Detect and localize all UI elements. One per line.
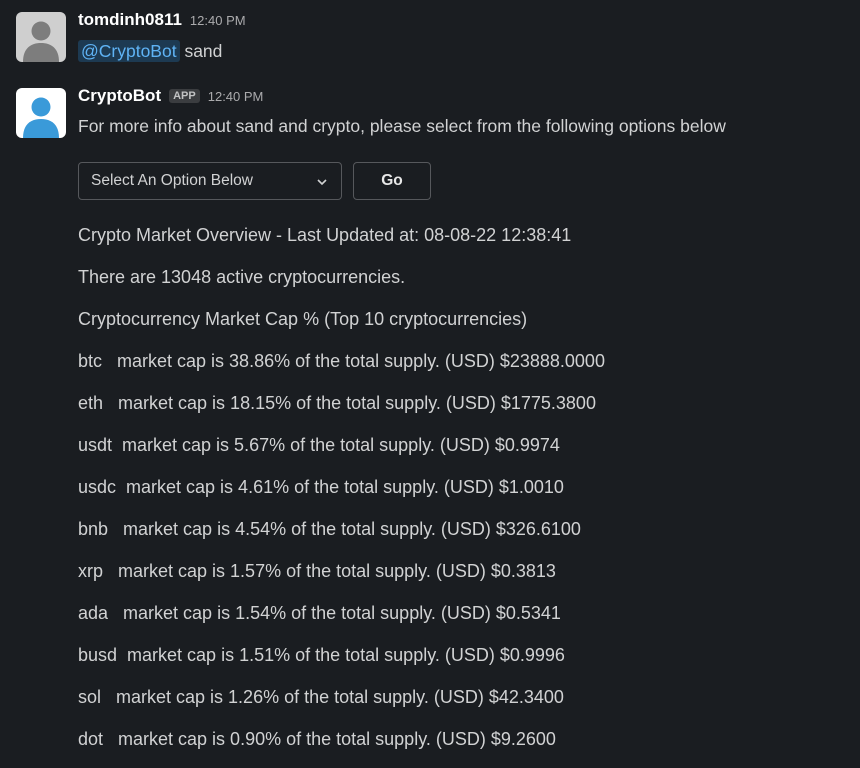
marketcap-row: usdc market cap is 4.61% of the total su… — [78, 477, 564, 497]
username[interactable]: tomdinh0811 — [78, 10, 182, 30]
marketcap-row: usdt market cap is 5.67% of the total su… — [78, 435, 560, 455]
marketcap-row: eth market cap is 18.15% of the total su… — [78, 393, 596, 413]
marketcap-row: xrp market cap is 1.57% of the total sup… — [78, 561, 556, 581]
timestamp[interactable]: 12:40 PM — [208, 89, 264, 104]
bot-silhouette-icon — [16, 88, 66, 138]
user-avatar[interactable] — [16, 12, 66, 62]
marketcap-row: busd market cap is 1.51% of the total su… — [78, 645, 565, 665]
message-text: sand — [179, 41, 223, 61]
marketcap-row: btc market cap is 38.86% of the total su… — [78, 351, 605, 371]
marketcap-row: bnb market cap is 4.54% of the total sup… — [78, 519, 581, 539]
select-placeholder: Select An Option Below — [91, 172, 253, 189]
action-controls: Select An Option Below Go — [78, 162, 431, 200]
timestamp[interactable]: 12:40 PM — [190, 13, 246, 28]
go-button[interactable]: Go — [353, 162, 431, 200]
chevron-down-icon — [317, 173, 327, 189]
message-text: For more info about sand and crypto, ple… — [78, 116, 726, 136]
marketcap-row: sol market cap is 1.26% of the total sup… — [78, 687, 564, 707]
user-silhouette-icon — [16, 12, 66, 62]
active-count: There are 13048 active cryptocurrencies. — [78, 267, 406, 287]
marketcap-heading: Cryptocurrency Market Cap % (Top 10 cryp… — [78, 309, 528, 329]
message-bot: CryptoBot APP 12:40 PM For more info abo… — [0, 84, 860, 144]
message-user: tomdinh0811 12:40 PM @CryptoBot sand — [0, 8, 860, 64]
app-badge: APP — [169, 89, 200, 103]
option-select[interactable]: Select An Option Below — [78, 162, 342, 200]
marketcap-row: ada market cap is 1.54% of the total sup… — [78, 603, 561, 623]
overview-title: Crypto Market Overview - Last Updated at… — [78, 225, 572, 245]
bot-avatar[interactable] — [16, 88, 66, 138]
market-overview: Crypto Market Overview - Last Updated at… — [78, 222, 860, 768]
mention-link[interactable]: @CryptoBot — [78, 40, 180, 62]
bot-name[interactable]: CryptoBot — [78, 86, 161, 106]
